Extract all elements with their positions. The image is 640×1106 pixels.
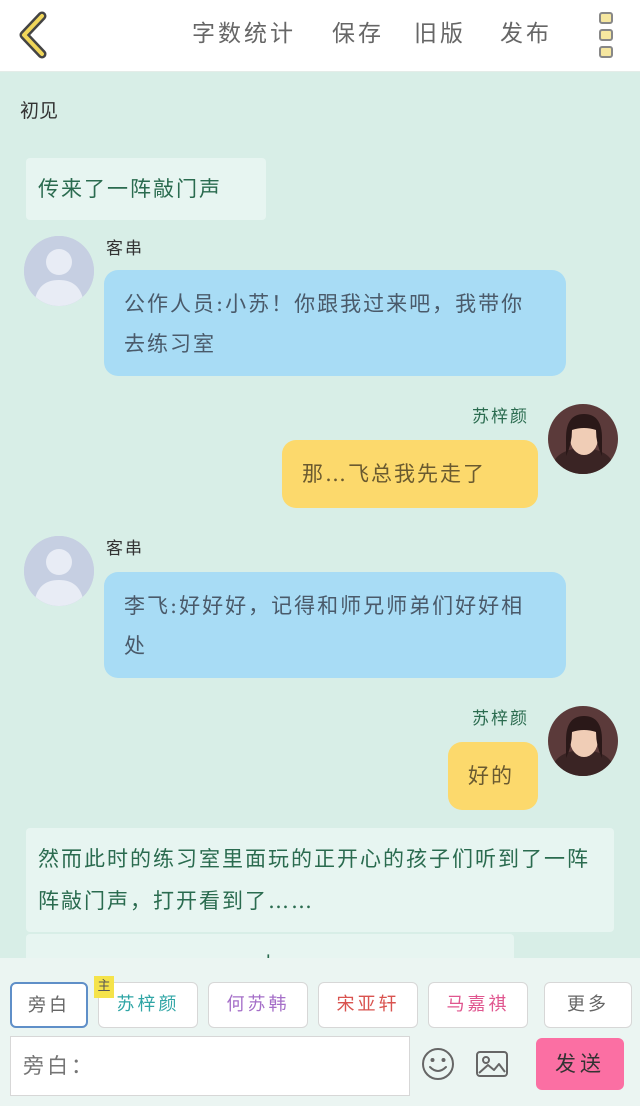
- role-button-ma-jiaqi[interactable]: 马嘉祺: [428, 982, 528, 1028]
- narration-message[interactable]: 上: [26, 934, 514, 958]
- avatar[interactable]: [548, 404, 618, 474]
- sender-name: 苏梓颜: [472, 407, 529, 427]
- user-photo-icon: [548, 404, 618, 474]
- narration-message[interactable]: 传来了一阵敲门声: [26, 158, 266, 220]
- default-user-icon: [24, 536, 94, 606]
- top-toolbar: 字数统计 保存 旧版 发布: [0, 0, 640, 72]
- send-button[interactable]: 发送: [536, 1038, 624, 1090]
- chapter-title: 初见: [20, 100, 59, 122]
- sender-name: 客串: [106, 539, 144, 559]
- emoji-button[interactable]: [420, 1046, 456, 1082]
- emoji-icon: [422, 1048, 454, 1080]
- old-version-button[interactable]: 旧版: [414, 14, 466, 54]
- message-bubble[interactable]: 李飞:好好好，记得和师兄师弟们好好相处: [104, 572, 566, 678]
- main-role-badge: 主: [94, 976, 114, 998]
- role-button-more[interactable]: 更多: [544, 982, 632, 1028]
- sender-name: 苏梓颜: [472, 709, 529, 729]
- back-button[interactable]: [12, 10, 56, 60]
- more-dot: [599, 29, 613, 41]
- default-user-icon: [24, 236, 94, 306]
- avatar[interactable]: [24, 236, 94, 306]
- avatar[interactable]: [24, 536, 94, 606]
- more-vertical-icon: [599, 12, 613, 24]
- more-menu-button[interactable]: [592, 10, 620, 60]
- role-button-song-yaxuan[interactable]: 宋亚轩: [318, 982, 418, 1028]
- avatar[interactable]: [548, 706, 618, 776]
- message-bubble[interactable]: 好的: [448, 742, 538, 810]
- composer-bar: 旁白 苏梓颜 主 何苏韩 宋亚轩 马嘉祺 更多 发送: [0, 958, 640, 1106]
- role-button-he-suhan[interactable]: 何苏韩: [208, 982, 308, 1028]
- word-count-button[interactable]: 字数统计: [192, 14, 296, 54]
- sender-name: 客串: [106, 239, 144, 259]
- publish-button[interactable]: 发布: [500, 14, 552, 54]
- message-bubble[interactable]: 那…飞总我先走了: [282, 440, 538, 508]
- image-button[interactable]: [474, 1046, 510, 1082]
- role-button-narrator[interactable]: 旁白: [10, 982, 88, 1028]
- message-input[interactable]: [10, 1036, 410, 1096]
- chat-area[interactable]: 初见 传来了一阵敲门声 客串 公作人员:小苏！你跟我过来吧，我带你去练习室 苏梓…: [0, 72, 640, 958]
- image-icon: [476, 1051, 508, 1077]
- chevron-left-icon: [19, 11, 47, 59]
- message-bubble[interactable]: 公作人员:小苏！你跟我过来吧，我带你去练习室: [104, 270, 566, 376]
- save-button[interactable]: 保存: [332, 14, 384, 54]
- narration-message[interactable]: 然而此时的练习室里面玩的正开心的孩子们听到了一阵阵敲门声，打开看到了……: [26, 828, 614, 932]
- user-photo-icon: [548, 706, 618, 776]
- more-dot: [599, 46, 613, 58]
